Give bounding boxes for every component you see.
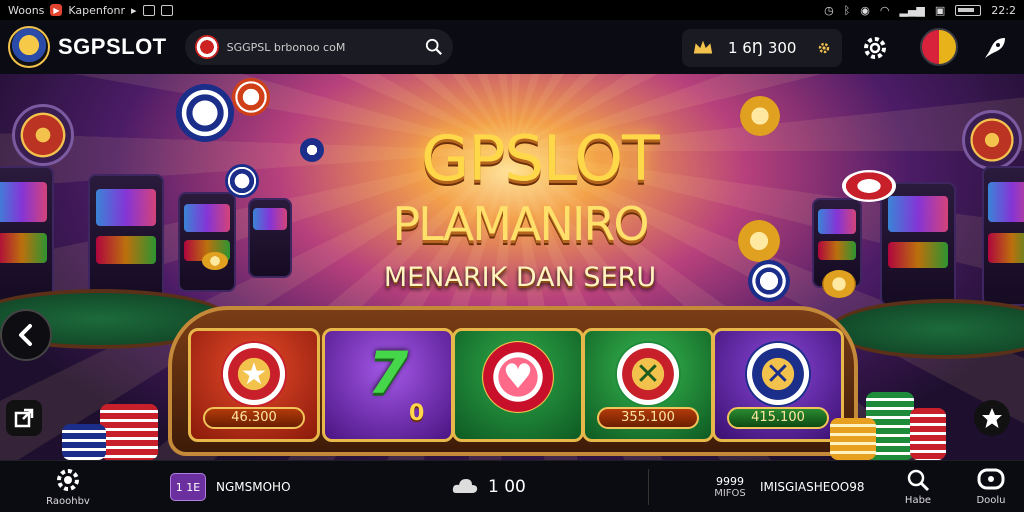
chip-stack: [830, 418, 876, 460]
search-user-icon: [907, 469, 930, 492]
poker-chip: [300, 138, 324, 162]
star-chip-icon: ★: [221, 341, 287, 407]
slot-machine-bg: [178, 192, 236, 292]
slot-machine-bg: [880, 182, 956, 306]
gold-coin: [202, 252, 228, 270]
reel-amount: 46.300: [203, 407, 305, 429]
poker-chip: [176, 84, 234, 142]
game-badge: 1 1E: [170, 473, 206, 501]
gear-small-icon[interactable]: [816, 40, 832, 56]
gold-coin: [738, 220, 780, 262]
crown-icon: [693, 40, 713, 54]
reel-amount: 355.100: [597, 407, 699, 429]
rocket-icon[interactable]: [980, 33, 1010, 63]
wifi-icon: ◠: [879, 3, 890, 17]
cross-chip-icon: ✕: [745, 341, 811, 407]
divider: [648, 469, 649, 505]
slot-machine-bg: [88, 174, 164, 304]
reel-5[interactable]: ✕ 415.100: [712, 328, 844, 442]
nav-stats[interactable]: 9999 MIFOS: [700, 461, 760, 512]
wheel-decoration-right: [962, 110, 1022, 170]
nav-more[interactable]: Doolu: [968, 461, 1014, 512]
nav-game-entry[interactable]: 1 1E NGMSMOHO: [170, 461, 291, 512]
open-external-icon: [14, 408, 34, 428]
hero-title-line2: PLAMANIRO: [392, 197, 649, 251]
chevron-left-icon: [19, 324, 32, 346]
signal-icon: ▂▄▆: [899, 3, 925, 17]
reel-2[interactable]: 7 0: [322, 328, 454, 442]
nav-center-value[interactable]: 1 00: [452, 461, 526, 512]
reel-amount: 0: [409, 401, 425, 426]
poker-chip: [842, 170, 896, 202]
slot-machine-bg: [982, 166, 1024, 306]
location-icon: ◉: [860, 3, 870, 17]
status-app-name: Kapenfonr: [68, 3, 125, 17]
bluetooth-icon: ᛒ: [843, 3, 851, 17]
cross-chip-icon: ✕: [615, 341, 681, 407]
chip-stack: [910, 408, 946, 460]
seven-symbol-icon: 7: [367, 339, 409, 407]
wheel-decoration-left: [12, 104, 74, 166]
reel-amount: 415.100: [727, 407, 829, 429]
poker-chip: [225, 164, 259, 198]
status-left-text: Woons: [8, 3, 45, 17]
hero-title-line1: GPSLOT: [421, 122, 660, 195]
slot-machine-bg: [248, 198, 292, 278]
app-header: SGPSLOT SGGPSL brbonoo coM 1 6Ŋ 300: [0, 20, 1024, 74]
search-icon[interactable]: [425, 38, 443, 56]
external-link-button[interactable]: [6, 400, 42, 436]
brand-logo[interactable]: [8, 26, 50, 68]
promo-text: IMISGIASHEOO98: [760, 480, 865, 494]
language-flag-icon[interactable]: [920, 28, 958, 66]
reel-3[interactable]: ♥: [452, 328, 584, 442]
chip-stack: [62, 424, 106, 460]
nav-promo-text[interactable]: IMISGIASHEOO98: [760, 461, 864, 512]
brand-name: SGPSLOT: [58, 34, 167, 59]
star-icon: [982, 408, 1002, 428]
search-bar[interactable]: SGGPSL brbonoo coM: [184, 29, 453, 65]
center-value: 1 00: [488, 477, 526, 497]
balance-display[interactable]: 1 6Ŋ 300: [682, 29, 842, 67]
gold-coin: [822, 270, 856, 298]
nav-more-label: Doolu: [976, 495, 1006, 506]
app-notification-icon: ▶: [50, 4, 63, 16]
gold-coin: [740, 96, 780, 136]
back-button[interactable]: [0, 309, 52, 361]
settings-icon[interactable]: [860, 33, 890, 63]
chat-icon: [977, 468, 1005, 490]
bottom-navigation: Raoohbv 1 1E NGMSMOHO 1 00 9999 MIFOS IM…: [0, 460, 1024, 512]
hero-banner: GPSLOT PLAMANIRO MENARIK DAN SERU ★ 46.3…: [0, 74, 1024, 460]
slot-machine-bg: [0, 166, 54, 306]
reel-4[interactable]: ✕ 355.100: [582, 328, 714, 442]
nav-home-label: Raoohbv: [46, 496, 90, 507]
status-time: 22:2: [991, 3, 1016, 17]
search-input[interactable]: SGGPSL brbonoo coM: [227, 41, 425, 54]
hero-subtitle: MENARIK DAN SERU: [383, 262, 657, 293]
nav-profile[interactable]: Habe: [896, 461, 940, 512]
stats-top: 9999: [716, 475, 744, 488]
nav-home[interactable]: Raoohbv: [40, 461, 96, 512]
sim-icon: ▣: [934, 3, 946, 17]
gallery-icon: [142, 4, 155, 16]
status-bar: Woons ▶ Kapenfonr ▸ ◷ ᛒ ◉ ◠ ▂▄▆ ▣ 22:2: [0, 0, 1024, 20]
stats-bottom: MIFOS: [714, 488, 746, 499]
play-arrow-icon: ▸: [131, 3, 137, 17]
alarm-icon: ◷: [824, 3, 834, 17]
reel-1[interactable]: ★ 46.300: [188, 328, 320, 442]
heart-symbol-icon: ♥: [482, 341, 554, 413]
poker-chip: [748, 260, 790, 302]
cloud-icon: [452, 479, 478, 493]
battery-icon: [955, 4, 982, 16]
gear-icon: [57, 469, 79, 491]
favorite-button[interactable]: [974, 400, 1010, 436]
screen-icon: [160, 4, 173, 16]
search-site-icon: [194, 35, 219, 59]
nav-profile-label: Habe: [904, 495, 932, 506]
chip-stack: [100, 404, 158, 460]
poker-chip: [232, 78, 270, 116]
balance-value: 1 6Ŋ 300: [728, 39, 797, 57]
nav-game-text: NGMSMOHO: [216, 480, 291, 494]
